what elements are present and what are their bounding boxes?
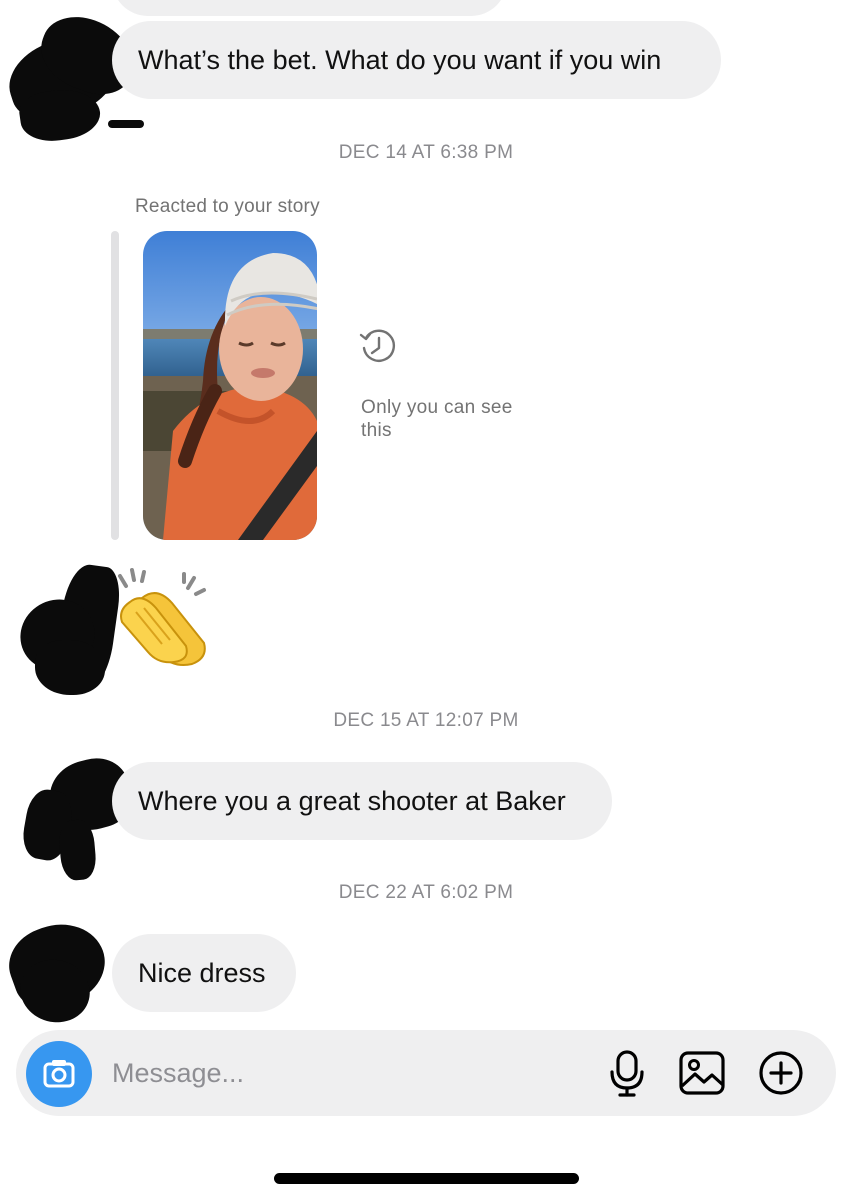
story-reaction-caption: Reacted to your story (135, 196, 320, 217)
timestamp: DEC 22 AT 6:02 PM (338, 882, 514, 903)
home-indicator[interactable] (274, 1173, 579, 1184)
camera-icon (43, 1060, 75, 1088)
message-bubble[interactable]: What’s the bet. What do you want if you … (112, 21, 721, 99)
timestamp: DEC 15 AT 12:07 PM (333, 710, 519, 731)
story-thumbnail[interactable] (143, 231, 317, 540)
timestamp: DEC 14 AT 6:38 PM (338, 142, 514, 163)
camera-button[interactable] (26, 1041, 92, 1107)
story-reply-bar (111, 231, 119, 540)
message-text: Nice dress (138, 957, 266, 988)
clap-emoji-message[interactable] (112, 568, 212, 668)
message-bubble[interactable]: Where you a great shooter at Baker (112, 762, 612, 840)
story-image (143, 231, 317, 540)
add-icon[interactable] (756, 1048, 806, 1098)
microphone-icon[interactable] (602, 1048, 652, 1098)
message-input[interactable] (112, 1052, 572, 1094)
message-text: What’s the bet. What do you want if you … (138, 44, 662, 75)
clapping-hands-icon (118, 568, 206, 666)
history-icon (359, 329, 396, 362)
gallery-icon[interactable] (677, 1048, 727, 1098)
previous-message-bubble (112, 0, 507, 16)
message-text: Where you a great shooter at Baker (138, 785, 566, 816)
only-you-can-see-note: Only you can see this (361, 397, 513, 441)
message-bubble[interactable]: Nice dress (112, 934, 296, 1012)
